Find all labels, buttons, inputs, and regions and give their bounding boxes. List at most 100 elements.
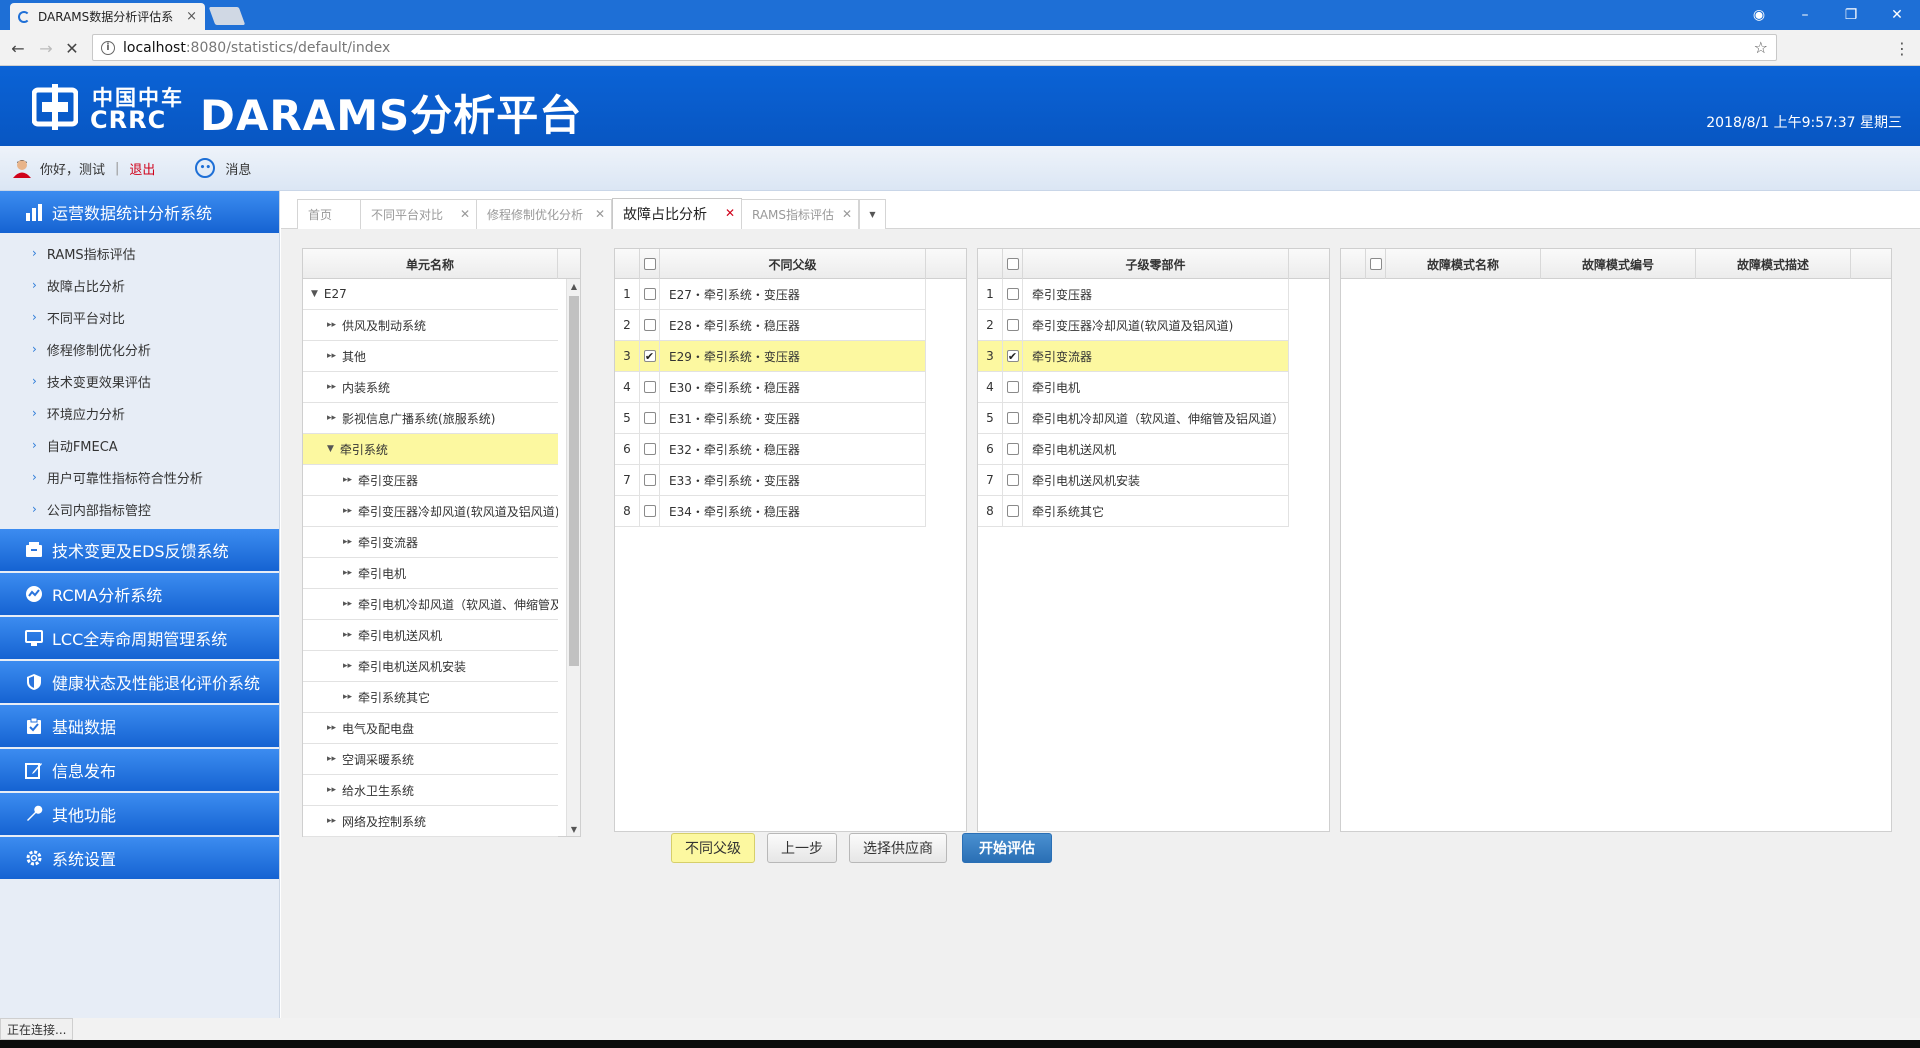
- close-window-icon[interactable]: ✕: [1874, 0, 1920, 30]
- tree-node[interactable]: ▸▸ 网络及控制系统: [303, 806, 558, 837]
- row-checkbox[interactable]: [643, 319, 656, 331]
- tree-node[interactable]: ▼ E27: [303, 279, 558, 310]
- sidebar-system-tech-change-eds[interactable]: 技术变更及EDS反馈系统: [0, 529, 279, 573]
- list-row[interactable]: 8 牵引系统其它: [978, 496, 1289, 527]
- expand-right-icon[interactable]: ▸▸: [327, 754, 336, 764]
- tab-fault-ratio[interactable]: 故障占比分析 ✕: [612, 198, 742, 229]
- tree-node[interactable]: ▸▸ 牵引变流器: [303, 527, 558, 558]
- row-checkbox[interactable]: [643, 381, 656, 393]
- browser-tab[interactable]: DARAMS数据分析评估系 ×: [10, 3, 205, 30]
- tab-platform-compare[interactable]: 不同平台对比 ✕: [360, 199, 477, 229]
- expand-right-icon[interactable]: ▸▸: [343, 475, 352, 485]
- tree-node[interactable]: ▸▸ 给水卫生系统: [303, 775, 558, 806]
- expand-right-icon[interactable]: ▸▸: [327, 785, 336, 795]
- list-row[interactable]: 2 E28・牵引系统・稳压器: [615, 310, 926, 341]
- expand-right-icon[interactable]: ▸▸: [343, 692, 352, 702]
- row-checkbox[interactable]: [643, 505, 656, 517]
- expand-right-icon[interactable]: ▸▸: [327, 382, 336, 392]
- close-tab-icon[interactable]: ✕: [460, 207, 470, 221]
- minimize-icon[interactable]: –: [1782, 0, 1828, 30]
- expand-right-icon[interactable]: ▸▸: [327, 723, 336, 733]
- list-row[interactable]: 1 E27・牵引系统・变压器: [615, 279, 926, 310]
- sidebar-system-other[interactable]: 其他功能: [0, 793, 279, 837]
- message-icon[interactable]: ••: [195, 158, 216, 178]
- row-checkbox[interactable]: [1006, 412, 1019, 424]
- sidebar-item-internal-metrics[interactable]: › 公司内部指标管控: [0, 493, 279, 525]
- sidebar-item-maintenance-optimization[interactable]: › 修程修制优化分析: [0, 333, 279, 365]
- sidebar-item-user-reliability[interactable]: › 用户可靠性指标符合性分析: [0, 461, 279, 493]
- row-checkbox[interactable]: [1006, 505, 1019, 517]
- sidebar-item-auto-fmeca[interactable]: › 自动FMECA: [0, 429, 279, 461]
- sidebar-item-tech-change-eval[interactable]: › 技术变更效果评估: [0, 365, 279, 397]
- expand-right-icon[interactable]: ▸▸: [343, 599, 352, 609]
- list-row[interactable]: 1 牵引变压器: [978, 279, 1289, 310]
- list-row[interactable]: 5 牵引电机冷却风道（软风道、伸缩管及铝风道）: [978, 403, 1289, 434]
- row-checkbox[interactable]: [1006, 288, 1019, 300]
- tree-node[interactable]: ▸▸ 牵引变压器冷却风道(软风道及铝风道): [303, 496, 558, 527]
- stop-icon[interactable]: ✕: [62, 38, 82, 58]
- sidebar-system-rcma[interactable]: RCMA分析系统: [0, 573, 279, 617]
- row-checkbox[interactable]: [1006, 443, 1019, 455]
- browser-menu-icon[interactable]: ⋮: [1894, 39, 1910, 58]
- sidebar-system-info-publish[interactable]: 信息发布: [0, 749, 279, 793]
- different-parent-button[interactable]: 不同父级: [671, 833, 755, 863]
- expand-right-icon[interactable]: ▸▸: [327, 351, 336, 361]
- tree-node[interactable]: ▸▸ 牵引电机: [303, 558, 558, 589]
- logout-link[interactable]: 退出: [129, 159, 155, 178]
- sidebar-system-operations[interactable]: 运营数据统计分析系统: [0, 191, 279, 235]
- select-all-checkbox[interactable]: [643, 258, 656, 270]
- list-row[interactable]: 4 牵引电机: [978, 372, 1289, 403]
- forward-icon[interactable]: →: [36, 38, 56, 58]
- sidebar-item-env-stress[interactable]: › 环境应力分析: [0, 397, 279, 429]
- scrollbar-thumb[interactable]: [569, 296, 579, 666]
- tree-node[interactable]: ▸▸ 影视信息广播系统(旅服系统): [303, 403, 558, 434]
- list-row[interactable]: 3 ✔ E29・牵引系统・变压器: [615, 341, 926, 372]
- close-tab-icon[interactable]: ×: [186, 9, 197, 24]
- expand-right-icon[interactable]: ▸▸: [327, 320, 336, 330]
- list-row[interactable]: 6 牵引电机送风机: [978, 434, 1289, 465]
- expand-down-icon[interactable]: ▼: [311, 289, 318, 299]
- profile-icon[interactable]: ◉: [1736, 0, 1782, 30]
- expand-right-icon[interactable]: ▸▸: [327, 816, 336, 826]
- list-row[interactable]: 8 E34・牵引系统・稳压器: [615, 496, 926, 527]
- tab-home[interactable]: 首页: [297, 199, 361, 229]
- list-row[interactable]: 7 牵引电机送风机安装: [978, 465, 1289, 496]
- expand-down-icon[interactable]: ▼: [327, 444, 334, 454]
- start-evaluation-button[interactable]: 开始评估: [962, 833, 1052, 863]
- new-tab-button[interactable]: [208, 7, 246, 25]
- row-checkbox[interactable]: [1006, 381, 1019, 393]
- bookmark-star-icon[interactable]: ☆: [1754, 38, 1768, 57]
- list-row[interactable]: 2 牵引变压器冷却风道(软风道及铝风道): [978, 310, 1289, 341]
- tree-node[interactable]: ▸▸ 其他: [303, 341, 558, 372]
- restore-icon[interactable]: ❐: [1828, 0, 1874, 30]
- back-icon[interactable]: ←: [8, 38, 28, 58]
- close-tab-icon[interactable]: ✕: [595, 207, 605, 221]
- scroll-down-icon[interactable]: ▼: [567, 822, 581, 836]
- tree-node[interactable]: ▸▸ 供风及制动系统: [303, 310, 558, 341]
- expand-right-icon[interactable]: ▸▸: [327, 413, 336, 423]
- tree-node[interactable]: ▸▸ 牵引电机送风机安装: [303, 651, 558, 682]
- sidebar-system-basic-data[interactable]: 基础数据: [0, 705, 279, 749]
- tab-dropdown-button[interactable]: ▼: [859, 199, 886, 229]
- choose-supplier-button[interactable]: 选择供应商: [849, 833, 947, 863]
- list-row[interactable]: 4 E30・牵引系统・稳压器: [615, 372, 926, 403]
- messages-link[interactable]: 消息: [225, 159, 251, 178]
- row-checkbox[interactable]: [643, 288, 656, 300]
- expand-right-icon[interactable]: ▸▸: [343, 568, 352, 578]
- list-row[interactable]: 3 ✔ 牵引变流器: [978, 341, 1289, 372]
- tree-node[interactable]: ▸▸ 牵引系统其它: [303, 682, 558, 713]
- list-row[interactable]: 5 E31・牵引系统・变压器: [615, 403, 926, 434]
- tree-node[interactable]: ▸▸ 空调采暖系统: [303, 744, 558, 775]
- sidebar-item-fault-ratio[interactable]: › 故障占比分析: [0, 269, 279, 301]
- expand-right-icon[interactable]: ▸▸: [343, 630, 352, 640]
- url-input[interactable]: i localhost:8080/statistics/default/inde…: [92, 34, 1777, 61]
- previous-step-button[interactable]: 上一步: [767, 833, 837, 863]
- tree-node[interactable]: ▸▸ 牵引电机送风机: [303, 620, 558, 651]
- sidebar-system-settings[interactable]: 系统设置: [0, 837, 279, 881]
- tree-node[interactable]: ▸▸ 内装系统: [303, 372, 558, 403]
- sidebar-system-lcc[interactable]: LCC全寿命周期管理系统: [0, 617, 279, 661]
- tree-node[interactable]: ▼ 牵引系统: [303, 434, 558, 465]
- tree-node[interactable]: ▸▸ 牵引变压器: [303, 465, 558, 496]
- tab-maintenance-optimization[interactable]: 修程修制优化分析 ✕: [476, 199, 612, 229]
- select-all-checkbox[interactable]: [1369, 258, 1382, 270]
